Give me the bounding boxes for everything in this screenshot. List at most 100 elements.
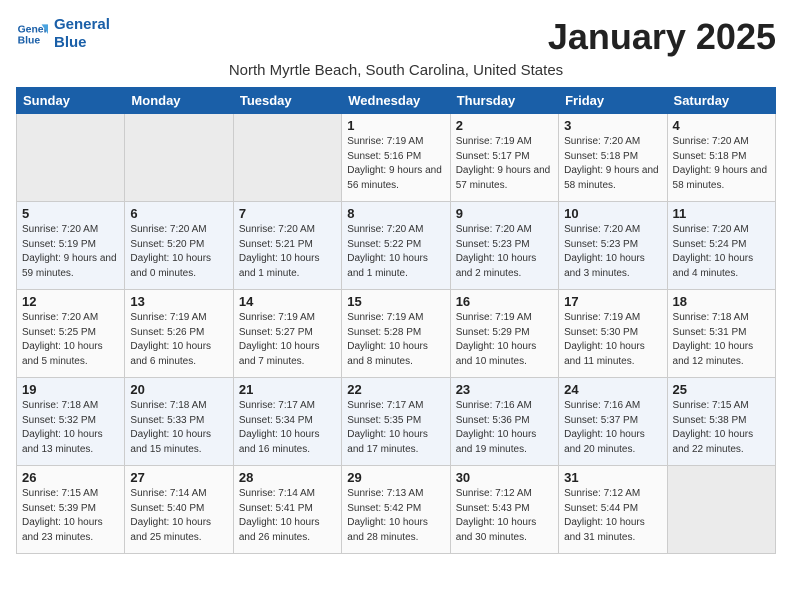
- calendar-cell: [667, 466, 775, 554]
- calendar-cell: 16 Sunrise: 7:19 AMSunset: 5:29 PMDayligh…: [450, 290, 558, 378]
- day-number: 26: [22, 470, 119, 485]
- cell-info: Sunrise: 7:20 AMSunset: 5:24 PMDaylight:…: [673, 223, 770, 281]
- cell-info: Sunrise: 7:20 AMSunset: 5:22 PMDaylight:…: [347, 223, 444, 281]
- page-header: General Blue General Blue January 2025: [16, 16, 776, 58]
- logo-line2: Blue: [54, 34, 87, 51]
- cell-info: Sunrise: 7:14 AMSunset: 5:41 PMDaylight:…: [239, 487, 336, 545]
- day-number: 12: [22, 294, 119, 309]
- calendar-cell: 31Sunrise: 7:12 AMSunset: 5:44 PMDayligh…: [559, 466, 667, 554]
- day-number: 14: [239, 294, 336, 309]
- day-number: 30: [456, 470, 553, 485]
- day-number: 28: [239, 470, 336, 485]
- calendar-cell: 25Sunrise: 7:15 AMSunset: 5:38 PMDayligh…: [667, 378, 775, 466]
- day-header-friday: Friday: [559, 88, 667, 114]
- svg-text:Blue: Blue: [18, 36, 41, 47]
- calendar-table: SundayMondayTuesdayWednesdayThursdayFrid…: [16, 87, 776, 554]
- month-title: January 2025: [548, 16, 776, 58]
- day-number: 2: [456, 118, 553, 133]
- cell-info: Sunrise: 7:19 AMSunset: 5:30 PMDaylight:…: [564, 311, 661, 369]
- subtitle: North Myrtle Beach, South Carolina, Unit…: [16, 62, 776, 79]
- day-number: 18: [673, 294, 770, 309]
- day-number: 23: [456, 382, 553, 397]
- day-number: 21: [239, 382, 336, 397]
- cell-info: Sunrise: 7:19 AMSunset: 5:28 PMDaylight:…: [347, 311, 444, 369]
- day-number: 7: [239, 206, 336, 221]
- day-number: 13: [130, 294, 227, 309]
- cell-info: Sunrise: 7:20 AMSunset: 5:19 PMDaylight:…: [22, 223, 119, 281]
- day-number: 6: [130, 206, 227, 221]
- logo-line1: General: [54, 16, 110, 33]
- day-number: 19: [22, 382, 119, 397]
- calendar-week-row: 19 Sunrise: 7:18 AMSunset: 5:32 PMDayligh…: [17, 378, 776, 466]
- cell-info: Sunrise: 7:14 AMSunset: 5:40 PMDaylight:…: [130, 487, 227, 545]
- calendar-cell: 28 Sunrise: 7:14 AMSunset: 5:41 PMDayligh…: [233, 466, 341, 554]
- cell-info: Sunrise: 7:19 AMSunset: 5:26 PMDaylight:…: [130, 311, 227, 369]
- day-number: 9: [456, 206, 553, 221]
- day-number: 5: [22, 206, 119, 221]
- calendar-cell: 17 Sunrise: 7:19 AMSunset: 5:30 PMDayligh…: [559, 290, 667, 378]
- day-number: 22: [347, 382, 444, 397]
- day-number: 17: [564, 294, 661, 309]
- calendar-cell: 21 Sunrise: 7:17 AMSunset: 5:34 PMDayligh…: [233, 378, 341, 466]
- calendar-cell: [125, 114, 233, 202]
- calendar-cell: 24Sunrise: 7:16 AMSunset: 5:37 PMDayligh…: [559, 378, 667, 466]
- day-number: 29: [347, 470, 444, 485]
- calendar-week-row: 12Sunrise: 7:20 AMSunset: 5:25 PMDayligh…: [17, 290, 776, 378]
- logo-icon: General Blue: [16, 18, 48, 50]
- calendar-cell: 29Sunrise: 7:13 AMSunset: 5:42 PMDayligh…: [342, 466, 450, 554]
- calendar-cell: 3Sunrise: 7:20 AMSunset: 5:18 PMDaylight…: [559, 114, 667, 202]
- cell-info: Sunrise: 7:19 AMSunset: 5:29 PMDaylight:…: [456, 311, 553, 369]
- day-header-thursday: Thursday: [450, 88, 558, 114]
- day-number: 4: [673, 118, 770, 133]
- day-number: 10: [564, 206, 661, 221]
- cell-info: Sunrise: 7:12 AMSunset: 5:44 PMDaylight:…: [564, 487, 661, 545]
- calendar-week-row: 26 Sunrise: 7:15 AMSunset: 5:39 PMDayligh…: [17, 466, 776, 554]
- cell-info: Sunrise: 7:17 AMSunset: 5:35 PMDaylight:…: [347, 399, 444, 457]
- calendar-cell: 4 Sunrise: 7:20 AMSunset: 5:18 PMDaylight…: [667, 114, 775, 202]
- logo: General Blue General Blue: [16, 16, 110, 52]
- day-number: 1: [347, 118, 444, 133]
- day-header-saturday: Saturday: [667, 88, 775, 114]
- day-header-wednesday: Wednesday: [342, 88, 450, 114]
- calendar-cell: 9 Sunrise: 7:20 AMSunset: 5:23 PMDaylight…: [450, 202, 558, 290]
- cell-info: Sunrise: 7:20 AMSunset: 5:23 PMDaylight:…: [564, 223, 661, 281]
- cell-info: Sunrise: 7:20 AMSunset: 5:18 PMDaylight:…: [673, 135, 770, 193]
- calendar-cell: 5 Sunrise: 7:20 AMSunset: 5:19 PMDaylight…: [17, 202, 125, 290]
- calendar-cell: 15Sunrise: 7:19 AMSunset: 5:28 PMDayligh…: [342, 290, 450, 378]
- calendar-week-row: 1 Sunrise: 7:19 AMSunset: 5:16 PMDaylight…: [17, 114, 776, 202]
- calendar-cell: 20Sunrise: 7:18 AMSunset: 5:33 PMDayligh…: [125, 378, 233, 466]
- cell-info: Sunrise: 7:19 AMSunset: 5:17 PMDaylight:…: [456, 135, 553, 193]
- day-number: 8: [347, 206, 444, 221]
- calendar-cell: 11 Sunrise: 7:20 AMSunset: 5:24 PMDayligh…: [667, 202, 775, 290]
- cell-info: Sunrise: 7:15 AMSunset: 5:39 PMDaylight:…: [22, 487, 119, 545]
- cell-info: Sunrise: 7:19 AMSunset: 5:27 PMDaylight:…: [239, 311, 336, 369]
- calendar-cell: 12Sunrise: 7:20 AMSunset: 5:25 PMDayligh…: [17, 290, 125, 378]
- calendar-cell: 13 Sunrise: 7:19 AMSunset: 5:26 PMDayligh…: [125, 290, 233, 378]
- day-number: 11: [673, 206, 770, 221]
- calendar-cell: 30 Sunrise: 7:12 AMSunset: 5:43 PMDayligh…: [450, 466, 558, 554]
- day-number: 16: [456, 294, 553, 309]
- cell-info: Sunrise: 7:18 AMSunset: 5:31 PMDaylight:…: [673, 311, 770, 369]
- calendar-cell: 19 Sunrise: 7:18 AMSunset: 5:32 PMDayligh…: [17, 378, 125, 466]
- calendar-cell: 14 Sunrise: 7:19 AMSunset: 5:27 PMDayligh…: [233, 290, 341, 378]
- calendar-cell: 2 Sunrise: 7:19 AMSunset: 5:17 PMDaylight…: [450, 114, 558, 202]
- calendar-cell: 18 Sunrise: 7:18 AMSunset: 5:31 PMDayligh…: [667, 290, 775, 378]
- calendar-cell: 22 Sunrise: 7:17 AMSunset: 5:35 PMDayligh…: [342, 378, 450, 466]
- cell-info: Sunrise: 7:20 AMSunset: 5:23 PMDaylight:…: [456, 223, 553, 281]
- cell-info: Sunrise: 7:17 AMSunset: 5:34 PMDaylight:…: [239, 399, 336, 457]
- day-header-sunday: Sunday: [17, 88, 125, 114]
- calendar-header-row: SundayMondayTuesdayWednesdayThursdayFrid…: [17, 88, 776, 114]
- calendar-cell: [17, 114, 125, 202]
- cell-info: Sunrise: 7:16 AMSunset: 5:36 PMDaylight:…: [456, 399, 553, 457]
- calendar-cell: 1 Sunrise: 7:19 AMSunset: 5:16 PMDaylight…: [342, 114, 450, 202]
- day-header-tuesday: Tuesday: [233, 88, 341, 114]
- calendar-cell: [233, 114, 341, 202]
- calendar-cell: 10 Sunrise: 7:20 AMSunset: 5:23 PMDayligh…: [559, 202, 667, 290]
- cell-info: Sunrise: 7:18 AMSunset: 5:32 PMDaylight:…: [22, 399, 119, 457]
- cell-info: Sunrise: 7:12 AMSunset: 5:43 PMDaylight:…: [456, 487, 553, 545]
- cell-info: Sunrise: 7:15 AMSunset: 5:38 PMDaylight:…: [673, 399, 770, 457]
- cell-info: Sunrise: 7:19 AMSunset: 5:16 PMDaylight:…: [347, 135, 444, 193]
- day-number: 24: [564, 382, 661, 397]
- day-number: 3: [564, 118, 661, 133]
- cell-info: Sunrise: 7:20 AMSunset: 5:20 PMDaylight:…: [130, 223, 227, 281]
